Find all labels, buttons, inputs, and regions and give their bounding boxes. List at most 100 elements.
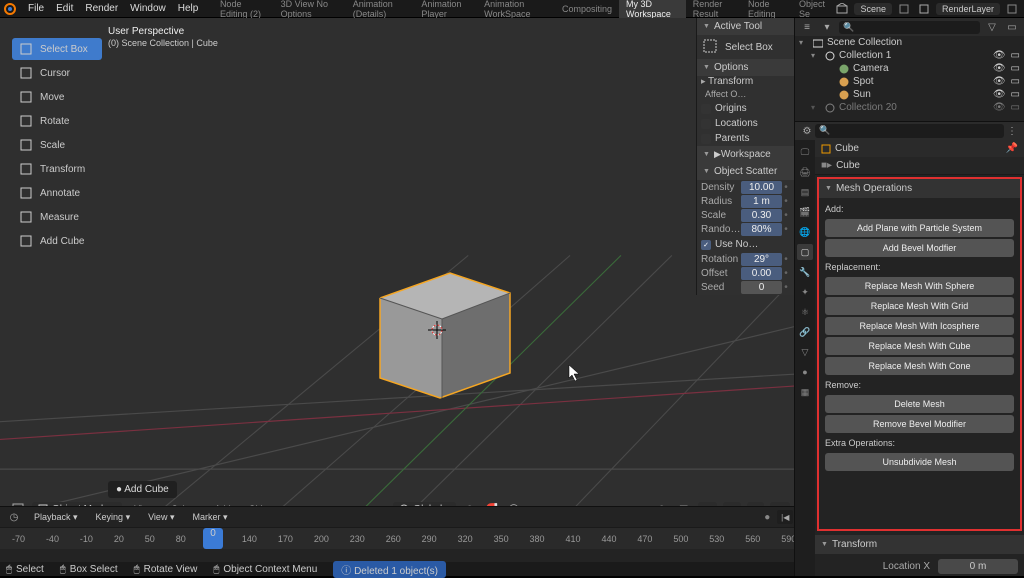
- viewlayer-tab[interactable]: ▤: [797, 184, 813, 200]
- props-type-icon[interactable]: ⚙: [799, 123, 815, 139]
- workspace-tab[interactable]: Render Result: [686, 0, 741, 19]
- op-button[interactable]: Replace Mesh With Sphere: [825, 277, 1014, 295]
- scatter-scale[interactable]: Scale0.30•: [701, 209, 790, 222]
- op-button[interactable]: Delete Mesh: [825, 395, 1014, 413]
- output-tab[interactable]: 🖨: [797, 164, 813, 180]
- workspace-tab[interactable]: Animation Player: [414, 0, 477, 19]
- props-breadcrumb[interactable]: Cube📌: [815, 140, 1024, 157]
- timeline-menu-playback[interactable]: Playback ▾: [28, 510, 84, 525]
- render-tab[interactable]: 🖵: [797, 144, 813, 160]
- particles-tab[interactable]: ✦: [797, 284, 813, 300]
- props-search[interactable]: 🔍: [815, 124, 1004, 138]
- filter-icon[interactable]: ▽: [984, 19, 1000, 35]
- op-button[interactable]: Replace Mesh With Cone: [825, 357, 1014, 375]
- scene-field[interactable]: Scene: [854, 3, 892, 15]
- menu-window[interactable]: Window: [124, 3, 172, 14]
- playhead[interactable]: 0: [203, 528, 223, 549]
- location-x-field[interactable]: Location X0 m: [815, 557, 1024, 576]
- jump-start-icon[interactable]: |◀: [777, 510, 793, 524]
- rotate-tool[interactable]: Rotate: [12, 110, 102, 132]
- outliner-scene-collection[interactable]: ▾ Scene Collection: [795, 36, 1024, 49]
- disable-icon[interactable]: ▭: [1011, 76, 1020, 87]
- op-button[interactable]: Remove Bevel Modifier: [825, 415, 1014, 433]
- new-layer-icon[interactable]: [1004, 1, 1020, 17]
- workspace-tab[interactable]: Node Editing: [741, 0, 792, 19]
- new-scene-icon[interactable]: [896, 1, 912, 17]
- scatter-offset[interactable]: Offset0.00•: [701, 267, 790, 280]
- eye-icon[interactable]: 👁: [993, 50, 1006, 61]
- mesh-operations-header[interactable]: Mesh Operations: [819, 179, 1020, 198]
- active-tool-header[interactable]: Active Tool: [697, 18, 794, 35]
- outliner-item[interactable]: ▾ Collection 20 👁▭: [795, 101, 1024, 114]
- outliner-search[interactable]: 🔍: [839, 21, 980, 34]
- timeline-menu-marker[interactable]: Marker ▾: [186, 510, 233, 525]
- new-collection-icon[interactable]: ▭: [1004, 19, 1020, 35]
- modifier-tab[interactable]: 🔧: [797, 264, 813, 280]
- workspace-tab[interactable]: Compositing: [555, 4, 619, 14]
- timeline-menu-view[interactable]: View ▾: [142, 510, 180, 525]
- workspace-tab[interactable]: Animation (Details): [346, 0, 415, 19]
- material-tab[interactable]: ●: [797, 364, 813, 380]
- scatter-density[interactable]: Density10.00•: [701, 181, 790, 194]
- workspace-tab[interactable]: Node Editing (2): [213, 0, 274, 19]
- physics-tab[interactable]: ⚛: [797, 304, 813, 320]
- disable-icon[interactable]: ▭: [1011, 89, 1020, 100]
- menu-render[interactable]: Render: [79, 3, 124, 14]
- workspace-header[interactable]: ▶ Workspace: [697, 146, 794, 163]
- scale-tool[interactable]: Scale: [12, 134, 102, 156]
- timeline-menu-keying[interactable]: Keying ▾: [90, 510, 137, 525]
- select-box-tool[interactable]: Select Box: [12, 38, 102, 60]
- renderlayer-field[interactable]: RenderLayer: [936, 3, 1000, 15]
- scatter-rando…[interactable]: Rando…80%•: [701, 223, 790, 236]
- texture-tab[interactable]: ▦: [797, 384, 813, 400]
- outliner-item[interactable]: Sun 👁▭: [795, 88, 1024, 101]
- world-tab[interactable]: 🌐: [797, 224, 813, 240]
- object-tab[interactable]: ▢: [797, 244, 813, 260]
- disable-icon[interactable]: ▭: [1011, 63, 1020, 74]
- workspace-tab[interactable]: 3D View No Options: [274, 0, 346, 19]
- op-button[interactable]: Replace Mesh With Grid: [825, 297, 1014, 315]
- op-button[interactable]: Replace Mesh With Icosphere: [825, 317, 1014, 335]
- workspace-tab[interactable]: Animation WorkSpace: [477, 0, 555, 19]
- constraints-tab[interactable]: 🔗: [797, 324, 813, 340]
- options-header[interactable]: Options: [697, 59, 794, 76]
- disable-icon[interactable]: ▭: [1011, 50, 1020, 61]
- data-tab[interactable]: ▽: [797, 344, 813, 360]
- eye-icon[interactable]: 👁: [993, 76, 1006, 87]
- cursor-tool[interactable]: Cursor: [12, 62, 102, 84]
- affect-locations[interactable]: Locations: [697, 116, 794, 131]
- use-normal-checkbox[interactable]: ✓Use No…: [697, 237, 794, 252]
- outliner-item[interactable]: Camera 👁▭: [795, 62, 1024, 75]
- measure-tool[interactable]: Measure: [12, 206, 102, 228]
- eye-icon[interactable]: 👁: [993, 102, 1006, 113]
- scatter-radius[interactable]: Radius1 m•: [701, 195, 790, 208]
- move-tool[interactable]: Move: [12, 86, 102, 108]
- props-breadcrumb-2[interactable]: ■▸Cube: [815, 157, 1024, 175]
- add-cube-tool[interactable]: Add Cube: [12, 230, 102, 252]
- op-button[interactable]: Unsubdivide Mesh: [825, 453, 1014, 471]
- transform-panel-header[interactable]: Transform: [815, 535, 1024, 554]
- scatter-rotation[interactable]: Rotation29°•: [701, 253, 790, 266]
- menu-file[interactable]: File: [22, 3, 50, 14]
- autokey-icon[interactable]: ●: [759, 509, 775, 525]
- op-button[interactable]: Replace Mesh With Cube: [825, 337, 1014, 355]
- eye-icon[interactable]: 👁: [993, 63, 1006, 74]
- timeline-type-icon[interactable]: ◷: [6, 509, 22, 525]
- op-button[interactable]: Add Bevel Modfier: [825, 239, 1014, 257]
- scene-tab[interactable]: 🎬: [797, 204, 813, 220]
- affect-parents[interactable]: Parents: [697, 131, 794, 146]
- menu-edit[interactable]: Edit: [50, 3, 79, 14]
- object-scatter-header[interactable]: Object Scatter: [697, 163, 794, 180]
- op-button[interactable]: Add Plane with Particle System: [825, 219, 1014, 237]
- menu-help[interactable]: Help: [172, 3, 205, 14]
- outliner-item[interactable]: ▾ Collection 1 👁▭: [795, 49, 1024, 62]
- affect-origins[interactable]: Origins: [697, 101, 794, 116]
- annotate-tool[interactable]: Annotate: [12, 182, 102, 204]
- outliner-type-icon[interactable]: ≡: [799, 19, 815, 35]
- props-options-icon[interactable]: ⋮: [1004, 123, 1020, 139]
- 3d-viewport[interactable]: User Perspective (0) Scene Collection | …: [0, 18, 794, 576]
- transform-tool[interactable]: Transform: [12, 158, 102, 180]
- disable-icon[interactable]: ▭: [1011, 102, 1020, 113]
- workspace-tab[interactable]: Object Se: [792, 0, 834, 19]
- eye-icon[interactable]: 👁: [993, 89, 1006, 100]
